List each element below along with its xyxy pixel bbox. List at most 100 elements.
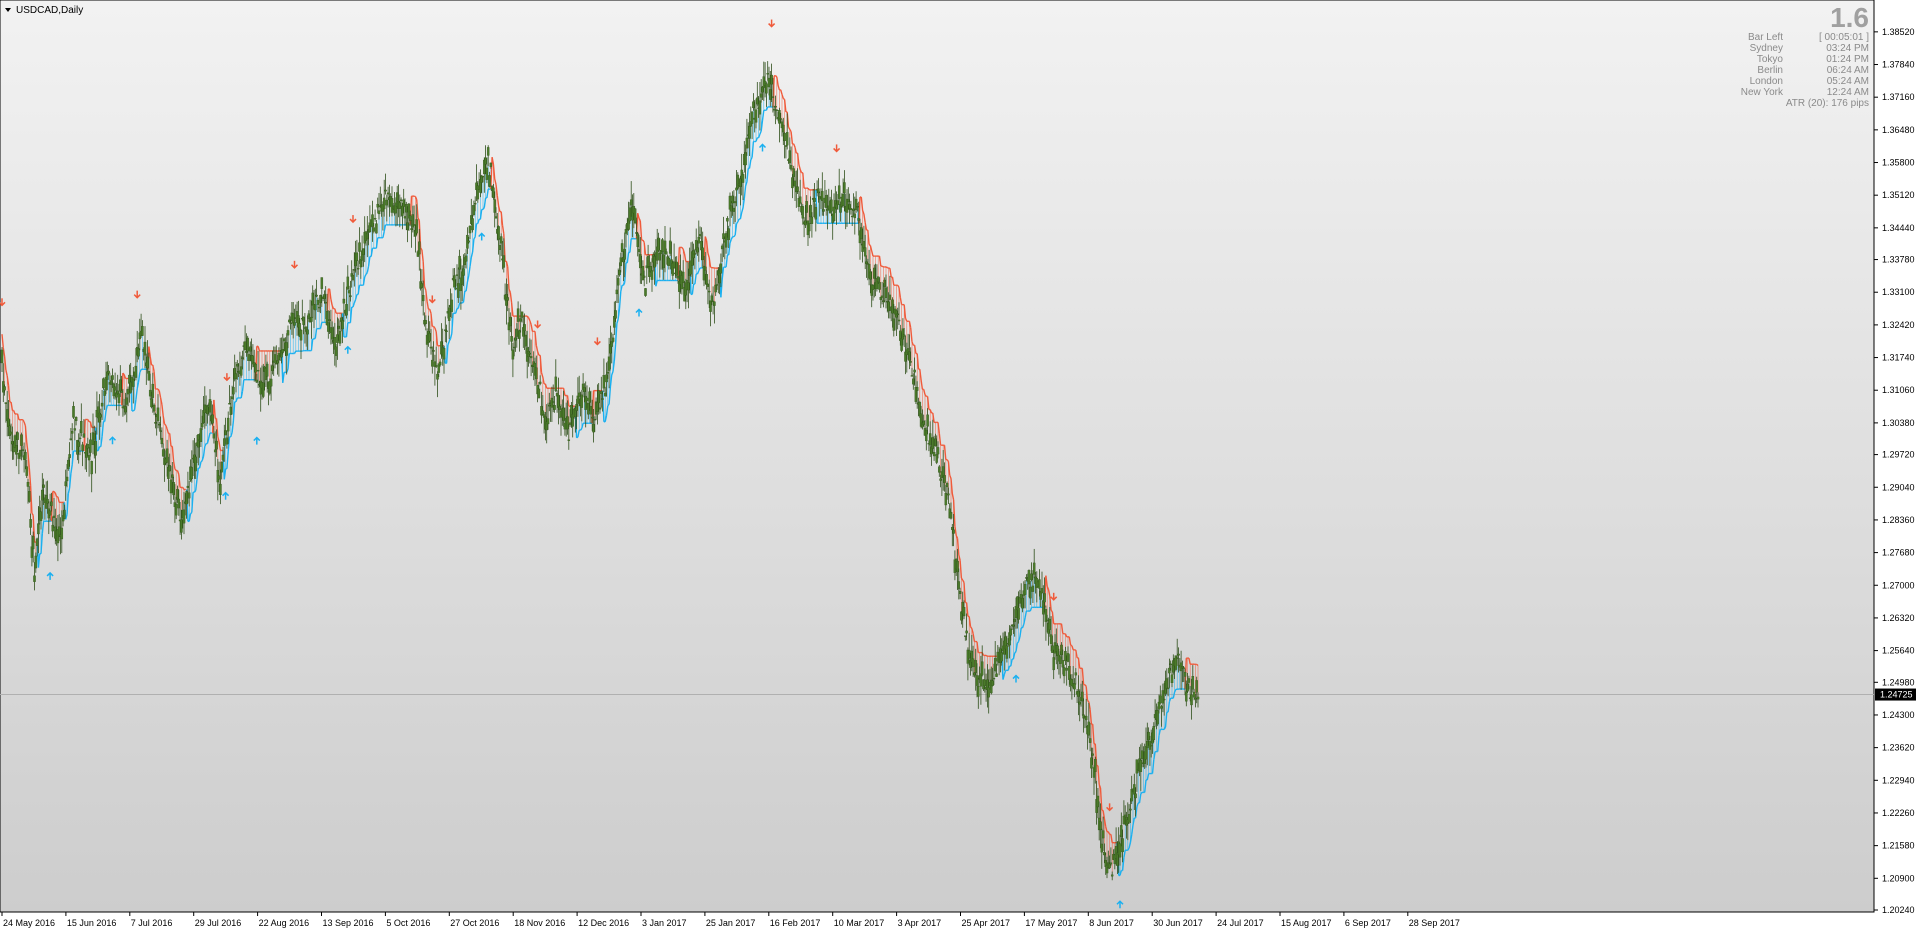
candle-body [530, 356, 532, 358]
y-tick-label: 1.23620 [1882, 743, 1915, 753]
candle-body [169, 465, 171, 471]
candle-body [815, 207, 817, 219]
candle-body [912, 379, 914, 384]
y-tick-label: 1.27680 [1882, 548, 1915, 558]
candle-body [808, 224, 810, 231]
candle-body [439, 362, 441, 365]
candle-body [82, 445, 84, 451]
candle-body [384, 190, 386, 191]
candle-body [742, 174, 744, 182]
trend-line-segment [986, 655, 987, 656]
candle-body [877, 277, 879, 282]
candle-body [1140, 760, 1142, 772]
candle-body [927, 415, 929, 427]
candle-body [287, 330, 289, 335]
candle-body [548, 405, 550, 406]
candle-body [310, 317, 312, 321]
candle-body [1145, 746, 1147, 759]
candle-body [516, 329, 518, 337]
candle-body [383, 198, 385, 209]
candle-body [282, 349, 284, 352]
candle-body [643, 276, 645, 278]
candle-body [737, 175, 739, 188]
candle-body [968, 650, 970, 658]
candle-body [247, 338, 249, 351]
candle-body [1146, 741, 1148, 747]
candle-body [227, 418, 229, 431]
candle-body [889, 295, 891, 300]
candle-body [1081, 692, 1083, 701]
candle-body [709, 301, 711, 312]
session-info-panel: Bar Left[ 00:05:01 ] Sydney03:24 PM Toky… [1709, 32, 1869, 109]
candle-body [937, 447, 939, 454]
candle-body [520, 319, 522, 322]
candle-body [141, 326, 143, 335]
candle-body [794, 181, 796, 186]
candle-body [443, 348, 445, 359]
candle-body [1159, 696, 1161, 703]
candle-body [940, 479, 942, 481]
candle-body [539, 382, 541, 384]
candle-body [607, 372, 609, 373]
candle-body [336, 335, 338, 343]
candle-body [1029, 587, 1031, 598]
y-tick-label: 1.22260 [1882, 808, 1915, 818]
x-tick-label: 12 Dec 2016 [578, 918, 629, 928]
candle-body [157, 408, 159, 421]
candle-body [400, 200, 402, 201]
candle-body [884, 280, 886, 287]
candle-body [7, 419, 9, 427]
candle-body [378, 211, 380, 214]
candle-body [1111, 875, 1113, 877]
candle-body [32, 536, 34, 549]
candle-body [1073, 684, 1075, 690]
candle-body [183, 510, 185, 523]
candle-body [1050, 635, 1052, 644]
candle-body [75, 417, 77, 421]
candle-body [293, 322, 295, 325]
candle-body [256, 380, 258, 382]
candle-body [1103, 852, 1105, 855]
candle-body [1064, 651, 1066, 661]
candle-body [833, 207, 835, 221]
candle-body [654, 256, 656, 267]
candle-body [980, 674, 982, 687]
chart-window[interactable]: 1.385201.378401.371601.364801.358001.351… [0, 0, 1916, 933]
candle-body [274, 354, 276, 362]
price-chart[interactable]: 1.385201.378401.371601.364801.358001.351… [0, 0, 1916, 933]
candle-body [486, 168, 488, 180]
candle-body [70, 439, 72, 440]
candle-body [676, 262, 678, 275]
candle-body [745, 152, 747, 165]
candle-body [53, 516, 55, 518]
candle-body [551, 398, 553, 407]
candle-body [65, 482, 67, 486]
candle-body [863, 241, 865, 247]
x-tick-label: 24 May 2016 [3, 918, 55, 928]
candle-body [524, 324, 526, 330]
candle-body [421, 283, 423, 287]
trend-line-segment [882, 266, 883, 267]
candle-body [1163, 699, 1165, 700]
candle-body [373, 228, 375, 232]
candle-body [1183, 668, 1185, 669]
candle-body [730, 206, 732, 212]
candle-body [677, 276, 679, 278]
candle-body [696, 248, 698, 252]
candle-body [663, 255, 665, 268]
candle-body [407, 223, 409, 230]
candle-body [433, 350, 435, 351]
candle-body [602, 399, 604, 400]
x-tick-label: 24 Jul 2017 [1217, 918, 1264, 928]
candle-body [1192, 676, 1194, 689]
candle-body [498, 226, 500, 239]
candle-body [637, 234, 639, 247]
candle-body [222, 455, 224, 460]
y-tick-label: 1.31740 [1882, 353, 1915, 363]
candle-body [1141, 751, 1143, 759]
y-tick-label: 1.30380 [1882, 418, 1915, 428]
candle-body [793, 169, 795, 177]
x-tick-label: 15 Jun 2016 [67, 918, 117, 928]
candle-body [555, 377, 557, 391]
candle-body [403, 200, 405, 207]
